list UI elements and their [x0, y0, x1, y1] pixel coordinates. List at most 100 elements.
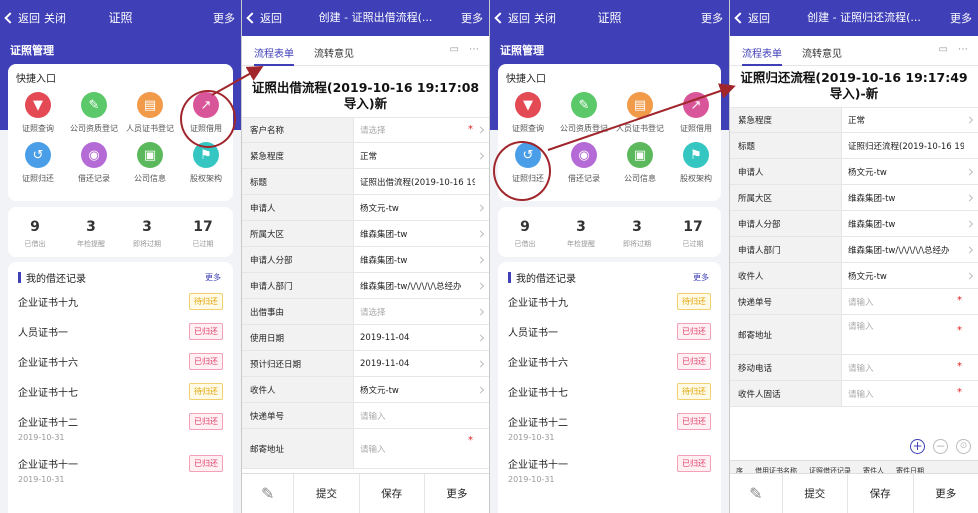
record-row[interactable]: 企业证书十七 待归还 [18, 383, 223, 400]
ellipsis-icon[interactable]: ⋯ [958, 44, 968, 55]
form-value[interactable]: 维森集团-tw [848, 185, 964, 210]
quick-entry-item[interactable]: ⚑ 股权架构 [666, 142, 726, 184]
form-value[interactable]: 证照出借流程(2019-10-16 19: [360, 169, 475, 194]
copy-row-button[interactable]: ⊙ [956, 439, 971, 454]
stat-item[interactable]: 17 已过期 [176, 219, 230, 249]
quick-entry-item[interactable]: ◉ 借还记录 [554, 142, 614, 184]
form-value[interactable]: 请输入 [848, 315, 964, 354]
form-row[interactable]: 收件人固话 请输入 * [730, 381, 978, 407]
stat-item[interactable]: 3 年检提醒 [554, 219, 608, 249]
form-value[interactable]: 请选择 [360, 118, 475, 142]
records-more-link[interactable]: 更多 [205, 272, 221, 283]
record-row[interactable]: 企业证书十六 已归还 [18, 353, 223, 370]
stat-item[interactable]: 17 已过期 [666, 219, 720, 249]
record-row[interactable]: 企业证书十一 2019-10-31 已归还 [18, 455, 223, 484]
form-row[interactable]: 快递单号 请输入 [242, 403, 489, 429]
form-row[interactable]: 紧急程度 正常 [242, 143, 489, 169]
record-row[interactable]: 企业证书十六 已归还 [508, 353, 711, 370]
monitor-icon[interactable]: ▭ [939, 44, 948, 55]
more-button[interactable]: 更多 [950, 10, 972, 26]
form-row[interactable]: 出借事由 请选择 [242, 299, 489, 325]
record-row[interactable]: 企业证书十二 2019-10-31 已归还 [508, 413, 711, 442]
submit-button[interactable]: 提交 [294, 474, 360, 513]
save-button[interactable]: 保存 [848, 474, 914, 513]
form-value[interactable]: 2019-11-04 [360, 351, 475, 376]
record-row[interactable]: 人员证书一 已归还 [18, 323, 223, 340]
tab-opinion[interactable]: 流转意见 [802, 45, 842, 60]
signature-button[interactable]: ✎ [730, 474, 783, 513]
more-actions-button[interactable]: 更多 [914, 474, 978, 513]
form-value[interactable]: 正常 [360, 143, 475, 168]
quick-entry-item[interactable]: ▣ 公司信息 [120, 142, 180, 184]
form-value[interactable]: 证照归还流程(2019-10-16 19 [848, 133, 964, 158]
form-row[interactable]: 申请人 杨文元-tw [730, 159, 978, 185]
monitor-icon[interactable]: ▭ [450, 44, 459, 55]
form-row[interactable]: 快递单号 请输入 * [730, 289, 978, 315]
form-row[interactable]: 收件人 杨文元-tw [242, 377, 489, 403]
form-value[interactable]: 维森集团-tw/\/\/\/\/\总经办 [848, 237, 964, 262]
stat-item[interactable]: 9 已借出 [8, 219, 62, 249]
back-button[interactable]: 返回 [734, 10, 770, 26]
form-value[interactable]: 维森集团-tw [848, 211, 964, 236]
stat-item[interactable]: 9 已借出 [498, 219, 552, 249]
tab-form[interactable]: 流程表单 [742, 45, 782, 60]
record-row[interactable]: 企业证书十九 待归还 [18, 293, 223, 310]
quick-entry-item[interactable]: ▼ 证照查询 [8, 92, 68, 134]
quick-entry-item[interactable]: ▣ 公司信息 [610, 142, 670, 184]
more-button[interactable]: 更多 [461, 10, 483, 26]
submit-button[interactable]: 提交 [783, 474, 849, 513]
form-row[interactable]: 紧急程度 正常 [730, 107, 978, 133]
form-value[interactable]: 请输入 [848, 381, 964, 406]
form-row[interactable]: 申请人分部 维森集团-tw [730, 211, 978, 237]
form-value[interactable]: 请输入 [848, 355, 964, 380]
form-row[interactable]: 邮寄地址 请输入 * [730, 315, 978, 355]
remove-row-button[interactable]: − [933, 439, 948, 454]
form-value[interactable]: 请输入 [360, 429, 475, 468]
form-value[interactable]: 请输入 [360, 403, 475, 428]
form-row[interactable]: 邮寄地址 请输入 * [242, 429, 489, 469]
tab-form[interactable]: 流程表单 [254, 45, 294, 60]
quick-entry-item[interactable]: ↗ 证照借用 [666, 92, 726, 134]
add-row-button[interactable]: + [910, 439, 925, 454]
quick-entry-item[interactable]: ✎ 公司资质登记 [64, 92, 124, 134]
form-row[interactable]: 移动电话 请输入 * [730, 355, 978, 381]
form-row[interactable]: 收件人 杨文元-tw [730, 263, 978, 289]
quick-entry-item[interactable]: ✎ 公司资质登记 [554, 92, 614, 134]
quick-entry-item[interactable]: ▤ 人员证书登记 [610, 92, 670, 134]
form-row[interactable]: 预计归还日期 2019-11-04 [242, 351, 489, 377]
form-value[interactable]: 请输入 [848, 289, 964, 314]
more-button[interactable]: 更多 [701, 10, 723, 26]
tab-opinion[interactable]: 流转意见 [314, 45, 354, 60]
record-row[interactable]: 企业证书十一 2019-10-31 已归还 [508, 455, 711, 484]
form-row[interactable]: 所属大区 维森集团-tw [242, 221, 489, 247]
form-value[interactable]: 请选择 [360, 299, 475, 324]
form-row[interactable]: 客户名称 请选择 * [242, 117, 489, 143]
stat-item[interactable]: 3 即将过期 [120, 219, 174, 249]
form-value[interactable]: 杨文元-tw [360, 377, 475, 402]
signature-button[interactable]: ✎ [242, 474, 295, 513]
ellipsis-icon[interactable]: ⋯ [469, 44, 479, 55]
form-value[interactable]: 杨文元-tw [360, 195, 475, 220]
quick-entry-item[interactable]: ⚑ 股权架构 [176, 142, 236, 184]
record-row[interactable]: 企业证书十二 2019-10-31 已归还 [18, 413, 223, 442]
form-row[interactable]: 标题 证照归还流程(2019-10-16 19 [730, 133, 978, 159]
quick-entry-item[interactable]: ◉ 借还记录 [64, 142, 124, 184]
quick-entry-item[interactable]: ▼ 证照查询 [498, 92, 558, 134]
form-row[interactable]: 标题 证照出借流程(2019-10-16 19: [242, 169, 489, 195]
form-row[interactable]: 所属大区 维森集团-tw [730, 185, 978, 211]
stat-item[interactable]: 3 即将过期 [610, 219, 664, 249]
record-row[interactable]: 人员证书一 已归还 [508, 323, 711, 340]
form-value[interactable]: 杨文元-tw [848, 263, 964, 288]
back-button[interactable]: 返回 [246, 10, 282, 26]
records-more-link[interactable]: 更多 [693, 272, 709, 283]
form-row[interactable]: 使用日期 2019-11-04 [242, 325, 489, 351]
form-row[interactable]: 申请人部门 维森集团-tw/\/\/\/\/\总经办 [242, 273, 489, 299]
record-row[interactable]: 企业证书十七 待归还 [508, 383, 711, 400]
form-value[interactable]: 维森集团-tw/\/\/\/\/\总经办 [360, 273, 475, 298]
form-row[interactable]: 申请人部门 维森集团-tw/\/\/\/\/\总经办 [730, 237, 978, 263]
form-value[interactable]: 2019-11-04 [360, 325, 475, 350]
form-row[interactable]: 申请人分部 维森集团-tw [242, 247, 489, 273]
stat-item[interactable]: 3 年检提醒 [64, 219, 118, 249]
form-value[interactable]: 维森集团-tw [360, 221, 475, 246]
form-value[interactable]: 杨文元-tw [848, 159, 964, 184]
